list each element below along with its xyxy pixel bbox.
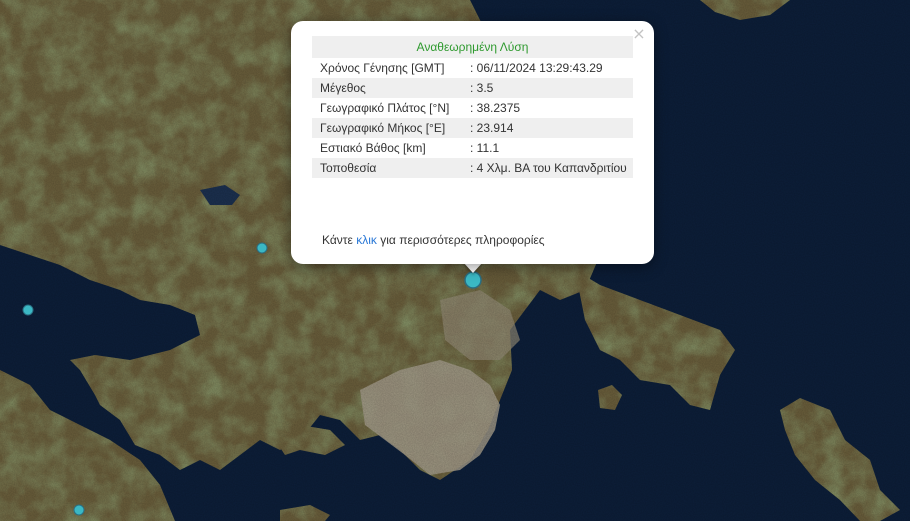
magnitude-value: : 3.5 <box>462 78 633 98</box>
earthquake-marker[interactable] <box>464 271 482 289</box>
more-info-text: Κάντε κλικ για περισσότερες πληροφορίες <box>322 233 545 247</box>
earthquake-details-table: Αναθεωρημένη Λύση Χρόνος Γένησης [GMT] :… <box>312 36 633 178</box>
depth-value: : 11.1 <box>470 141 500 155</box>
magnitude-label: Μέγεθος <box>312 78 462 98</box>
depth-label: Εστιακό Βάθος [km] <box>320 141 426 155</box>
more-info-link[interactable]: κλικ <box>356 233 377 247</box>
longitude-value: : 23.914 <box>462 118 633 138</box>
earthquake-marker[interactable] <box>73 504 85 516</box>
more-info-prefix: Κάντε <box>322 233 353 247</box>
solution-title: Αναθεωρημένη Λύση <box>312 36 633 58</box>
location-value: : 4 Χλμ. ΒΑ του Καπανδριτίου <box>462 158 633 178</box>
more-info-suffix: για περισσότερες πληροφορίες <box>380 233 545 247</box>
location-label: Τοποθεσία <box>312 158 462 178</box>
longitude-label: Γεωγραφικό Μήκος [°E] <box>312 118 462 138</box>
latitude-value: : 38.2375 <box>470 101 521 115</box>
earthquake-marker[interactable] <box>22 304 34 316</box>
origin-time-value: : 06/11/2024 13:29:43.29 <box>470 61 603 75</box>
earthquake-info-popup: × Αναθεωρημένη Λύση Χρόνος Γένησης [GMT]… <box>291 21 654 264</box>
latitude-label: Γεωγραφικό Πλάτος [°N] <box>320 101 450 115</box>
origin-time-label: Χρόνος Γένησης [GMT] <box>320 61 445 75</box>
earthquake-marker[interactable] <box>256 242 268 254</box>
